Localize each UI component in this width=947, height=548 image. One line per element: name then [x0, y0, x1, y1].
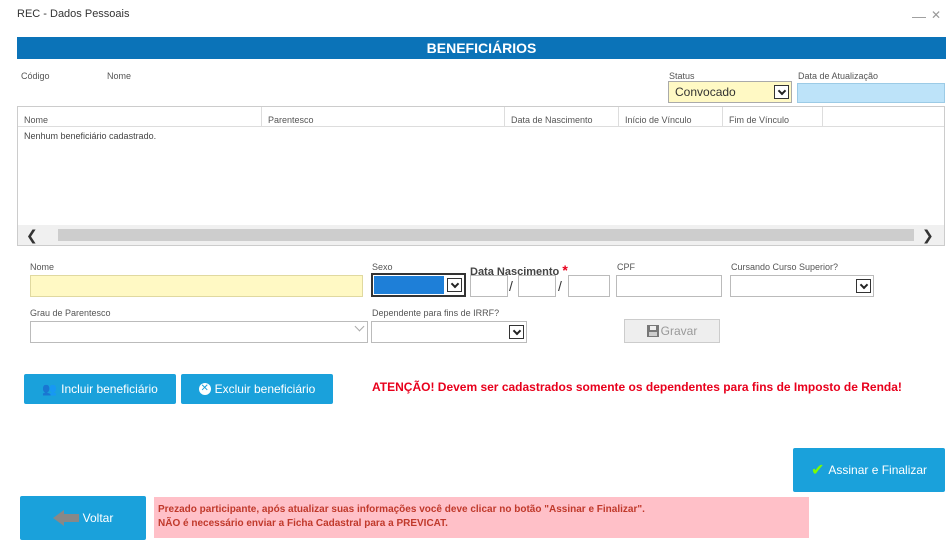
sexo-label: Sexo	[372, 262, 393, 272]
column-data-nascimento[interactable]: Data de Nascimento	[505, 107, 619, 127]
status-select[interactable]: Convocado	[668, 81, 792, 103]
table-header: Nome Parentesco Data de Nascimento Iníci…	[18, 107, 944, 127]
incluir-label: Incluir beneficiário	[61, 382, 158, 396]
sexo-selected-highlight	[374, 276, 444, 294]
info-note: Prezado participante, após atualizar sua…	[154, 497, 809, 538]
data-atualizacao-label: Data de Atualização	[798, 71, 879, 81]
horizontal-scrollbar[interactable]: ❮ ❯	[18, 225, 944, 245]
grau-parentesco-select[interactable]	[30, 321, 368, 343]
gravar-button[interactable]: Gravar	[624, 319, 720, 343]
chevron-down-icon[interactable]	[856, 279, 871, 293]
chevron-down-icon[interactable]	[354, 321, 365, 332]
cursando-label: Cursando Curso Superior?	[731, 262, 839, 272]
chevron-down-icon[interactable]	[447, 278, 462, 292]
assinar-finalizar-button[interactable]: ✔ Assinar e Finalizar	[793, 448, 945, 492]
users-icon: 👥	[42, 382, 58, 396]
status-label: Status	[669, 71, 695, 81]
gravar-label: Gravar	[660, 324, 698, 338]
voltar-button[interactable]: Voltar	[20, 496, 146, 540]
date-separator: /	[558, 278, 562, 294]
birth-year-input[interactable]	[568, 275, 610, 297]
nome-label: Nome	[107, 71, 132, 81]
form-nome-label: Nome	[30, 262, 55, 272]
dependente-label: Dependente para fins de IRRF?	[372, 308, 500, 318]
excluir-beneficiario-button[interactable]: ✕ Excluir beneficiário	[181, 374, 333, 404]
cpf-input[interactable]	[616, 275, 722, 297]
remove-circle-icon: ✕	[198, 383, 211, 395]
attention-message: ATENÇÃO! Devem ser cadastrados somente o…	[372, 380, 902, 394]
status-value: Convocado	[675, 85, 736, 99]
beneficiarios-table: Nome Parentesco Data de Nascimento Iníci…	[17, 106, 945, 246]
dependente-select[interactable]	[371, 321, 527, 343]
window-title: REC - Dados Pessoais	[17, 8, 130, 20]
birth-day-input[interactable]	[470, 275, 508, 297]
empty-table-message: Nenhum beneficiário cadastrado.	[24, 131, 157, 141]
save-icon	[646, 325, 659, 337]
chevron-down-icon[interactable]	[509, 325, 524, 339]
column-inicio-vinculo[interactable]: Início de Vínculo	[619, 107, 723, 127]
nome-input[interactable]	[30, 275, 363, 297]
scroll-right-icon[interactable]: ❯	[922, 227, 934, 244]
voltar-label: Voltar	[82, 511, 114, 525]
data-atualizacao-field	[797, 83, 945, 103]
codigo-label: Código	[21, 71, 50, 81]
cursando-select[interactable]	[730, 275, 874, 297]
assinar-label: Assinar e Finalizar	[828, 463, 928, 477]
chevron-down-icon[interactable]	[774, 85, 789, 99]
section-header: BENEFICIÁRIOS	[17, 37, 946, 59]
minimize-button[interactable]: —	[912, 8, 926, 24]
close-button[interactable]: ✕	[931, 8, 941, 22]
date-separator: /	[509, 278, 513, 294]
checkmark-icon: ✔	[810, 462, 825, 479]
note-line-2: NÃO é necessário enviar a Ficha Cadastra…	[158, 518, 448, 529]
arrow-left-icon	[52, 510, 79, 526]
scrollbar-thumb[interactable]	[58, 229, 914, 241]
birth-month-input[interactable]	[518, 275, 556, 297]
column-parentesco[interactable]: Parentesco	[262, 107, 505, 127]
required-mark: *	[562, 262, 568, 278]
column-nome[interactable]: Nome	[18, 107, 262, 127]
grau-parentesco-label: Grau de Parentesco	[30, 308, 111, 318]
incluir-beneficiario-button[interactable]: 👥 Incluir beneficiário	[24, 374, 176, 404]
cpf-label: CPF	[617, 262, 635, 272]
scroll-left-icon[interactable]: ❮	[26, 227, 38, 244]
note-line-1: Prezado participante, após atualizar sua…	[158, 504, 645, 515]
excluir-label: Excluir beneficiário	[214, 382, 316, 396]
column-fim-vinculo[interactable]: Fim de Vínculo	[723, 107, 823, 127]
sexo-select[interactable]	[371, 273, 466, 297]
